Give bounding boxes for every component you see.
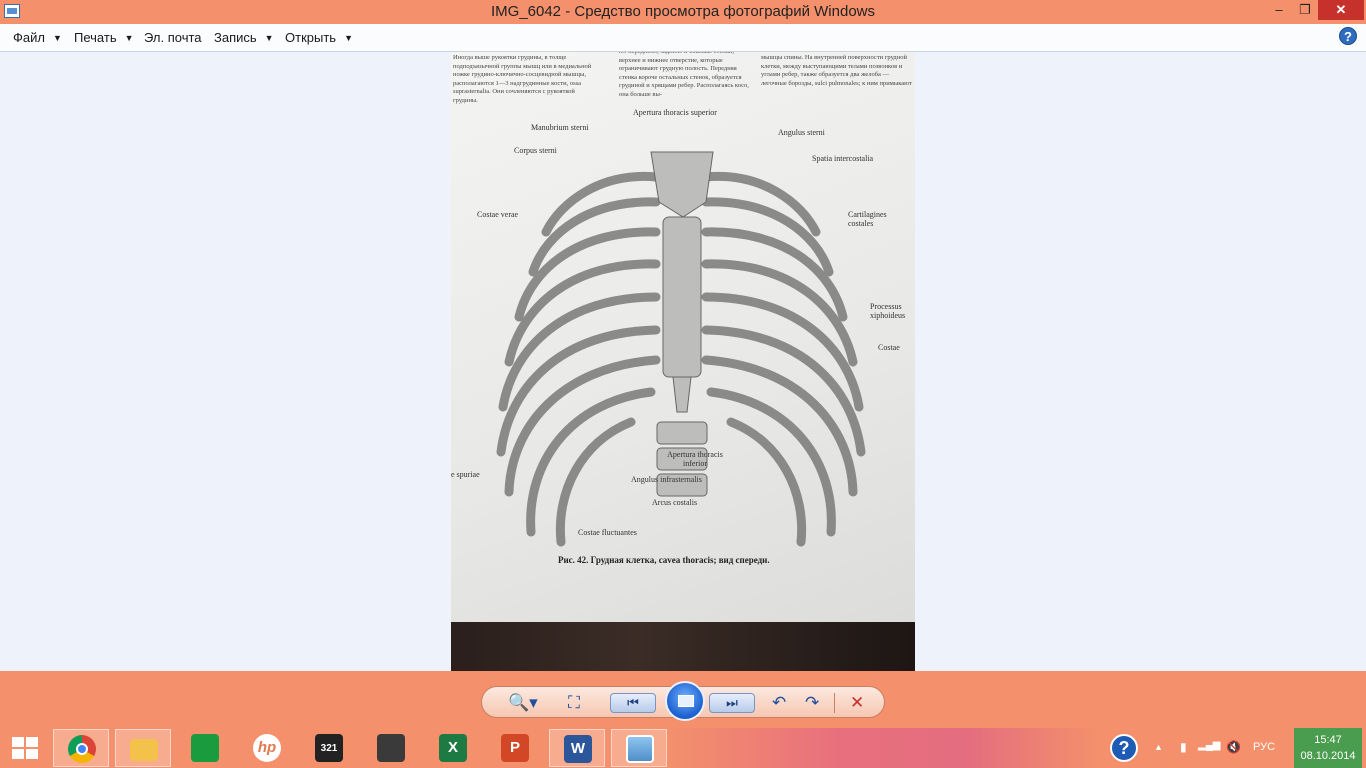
rotate-left-button[interactable]: ↶ — [772, 694, 786, 711]
signal-icon[interactable]: ▂▄▆ — [1198, 740, 1220, 751]
taskbar-hp[interactable]: hp — [239, 729, 295, 767]
photo-image[interactable]: Иногда выше рукоятки грудины, в толще по… — [451, 52, 915, 671]
taskbar-store[interactable] — [177, 729, 233, 767]
label-angulus-sterni: Angulus sterni — [778, 128, 825, 137]
menu-print[interactable]: Печать ▼ — [74, 30, 134, 45]
taskbar-powerpoint[interactable]: P — [487, 729, 543, 767]
clock-date: 08.10.2014 — [1300, 750, 1356, 762]
chevron-down-icon: ▼ — [344, 33, 353, 43]
system-tray: ? ▲ ▮ ▂▄▆ 🔇 РУС 15:47 08.10.2014 — [1108, 728, 1366, 768]
taskbar-touch-app[interactable] — [363, 729, 419, 767]
menu-bar: Файл ▼ Печать ▼ Эл. почта Запись ▼ Открыть ▼… — [0, 24, 1366, 52]
menu-email-label: Эл. почта — [144, 30, 202, 45]
label-costae-spuriae: e spuriae — [451, 470, 480, 479]
chrome-icon — [68, 735, 96, 763]
taskbar-photo-viewer[interactable] — [611, 729, 667, 767]
label-manubrium: Manubrium sterni — [531, 123, 589, 132]
start-button[interactable] — [0, 728, 50, 768]
store-icon — [191, 734, 219, 762]
zoom-button[interactable]: 🔍▾ — [508, 694, 538, 711]
label-cartilagines: Cartilagines costales — [848, 210, 887, 228]
label-processus: Processus xiphoideus — [870, 302, 906, 320]
powerpoint-icon: P — [501, 734, 529, 762]
label-arcus-costalis: Arcus costalis — [652, 498, 698, 507]
minimize-button[interactable]: – — [1266, 0, 1292, 20]
figure-caption: Рис. 42. Грудная клетка, cavea thoracis;… — [558, 555, 770, 565]
previous-button[interactable]: ⏮ — [610, 693, 656, 713]
book-page: Иногда выше рукоятки грудины, в толще по… — [451, 52, 915, 622]
label-spatia: Spatia intercostalia — [812, 154, 874, 163]
hp-icon: hp — [253, 734, 281, 762]
chevron-down-icon: ▼ — [124, 33, 134, 43]
help-tray-icon[interactable]: ? — [1110, 734, 1138, 762]
taskbar-video-player[interactable]: 321 — [301, 729, 357, 767]
close-button[interactable]: ✕ — [1318, 0, 1364, 20]
chevron-down-icon: ▼ — [52, 33, 62, 43]
chevron-down-icon: ▼ — [264, 33, 274, 43]
maximize-button[interactable]: ❐ — [1292, 0, 1318, 20]
battery-icon[interactable]: ▮ — [1180, 740, 1187, 754]
taskbar-explorer[interactable] — [115, 729, 171, 767]
video-player-icon: 321 — [315, 734, 343, 762]
language-indicator[interactable]: РУС — [1253, 741, 1275, 753]
label-costae: Costae — [878, 343, 900, 352]
wallpaper-band — [668, 728, 1098, 768]
show-hidden-icons-button[interactable]: ▲ — [1154, 742, 1163, 752]
menu-open[interactable]: Открыть ▼ — [285, 30, 353, 45]
word-icon: W — [564, 735, 592, 763]
delete-button[interactable]: ✕ — [850, 694, 864, 711]
menu-open-label: Открыть — [285, 30, 337, 45]
slideshow-button[interactable] — [665, 681, 705, 721]
clock-time: 15:47 — [1314, 734, 1342, 746]
control-bar: 🔍▾ ⛶ ⏮ ⏭ ↶ ↷ ✕ — [0, 671, 1366, 728]
label-corpus: Corpus sterni — [514, 146, 557, 155]
touch-app-icon — [377, 734, 405, 762]
taskbar-chrome[interactable] — [53, 729, 109, 767]
taskbar-word[interactable]: W — [549, 729, 605, 767]
label-costae-verae: Costae verae — [477, 210, 519, 219]
label-apertura-inferior: Apertura thoracis inferior — [667, 450, 723, 468]
page-text-right: мышцы спины. На внутренней поверхности г… — [761, 54, 912, 87]
windows-logo-icon — [12, 737, 38, 759]
folder-icon — [130, 739, 158, 761]
photo-viewer-icon — [626, 735, 654, 763]
label-angulus-infrasternalis: Angulus infrasternalis — [631, 475, 702, 484]
taskbar: hp 321 X P W ? ▲ ▮ ▂▄▆ 🔇 РУС 15:47 08.10… — [0, 728, 1366, 768]
next-button[interactable]: ⏭ — [709, 693, 755, 713]
menu-file-label: Файл — [13, 30, 45, 45]
playback-controls: 🔍▾ ⛶ ⏮ ⏭ ↶ ↷ ✕ — [481, 681, 885, 721]
menu-burn-label: Запись — [214, 30, 257, 45]
clock[interactable]: 15:47 08.10.2014 — [1294, 728, 1362, 768]
label-apertura-superior: Apertura thoracis superior — [633, 108, 717, 117]
menu-email[interactable]: Эл. почта — [144, 30, 202, 45]
excel-icon: X — [439, 734, 467, 762]
actual-size-button[interactable]: ⛶ — [568, 694, 580, 711]
menu-print-label: Печать — [74, 30, 117, 45]
separator — [834, 693, 835, 713]
photo-background-dark — [451, 622, 915, 671]
volume-muted-icon[interactable]: 🔇 — [1226, 740, 1241, 754]
window-title: IMG_6042 - Средство просмотра фотографий… — [490, 3, 876, 20]
help-icon[interactable]: ? — [1339, 27, 1357, 45]
title-bar: IMG_6042 - Средство просмотра фотографий… — [0, 0, 1366, 24]
menu-file[interactable]: Файл ▼ — [13, 30, 62, 45]
rotate-right-button[interactable]: ↷ — [805, 694, 819, 711]
taskbar-excel[interactable]: X — [425, 729, 481, 767]
label-costae-fluctuantes: Costae fluctuantes — [578, 528, 637, 537]
menu-burn[interactable]: Запись ▼ — [214, 30, 274, 45]
